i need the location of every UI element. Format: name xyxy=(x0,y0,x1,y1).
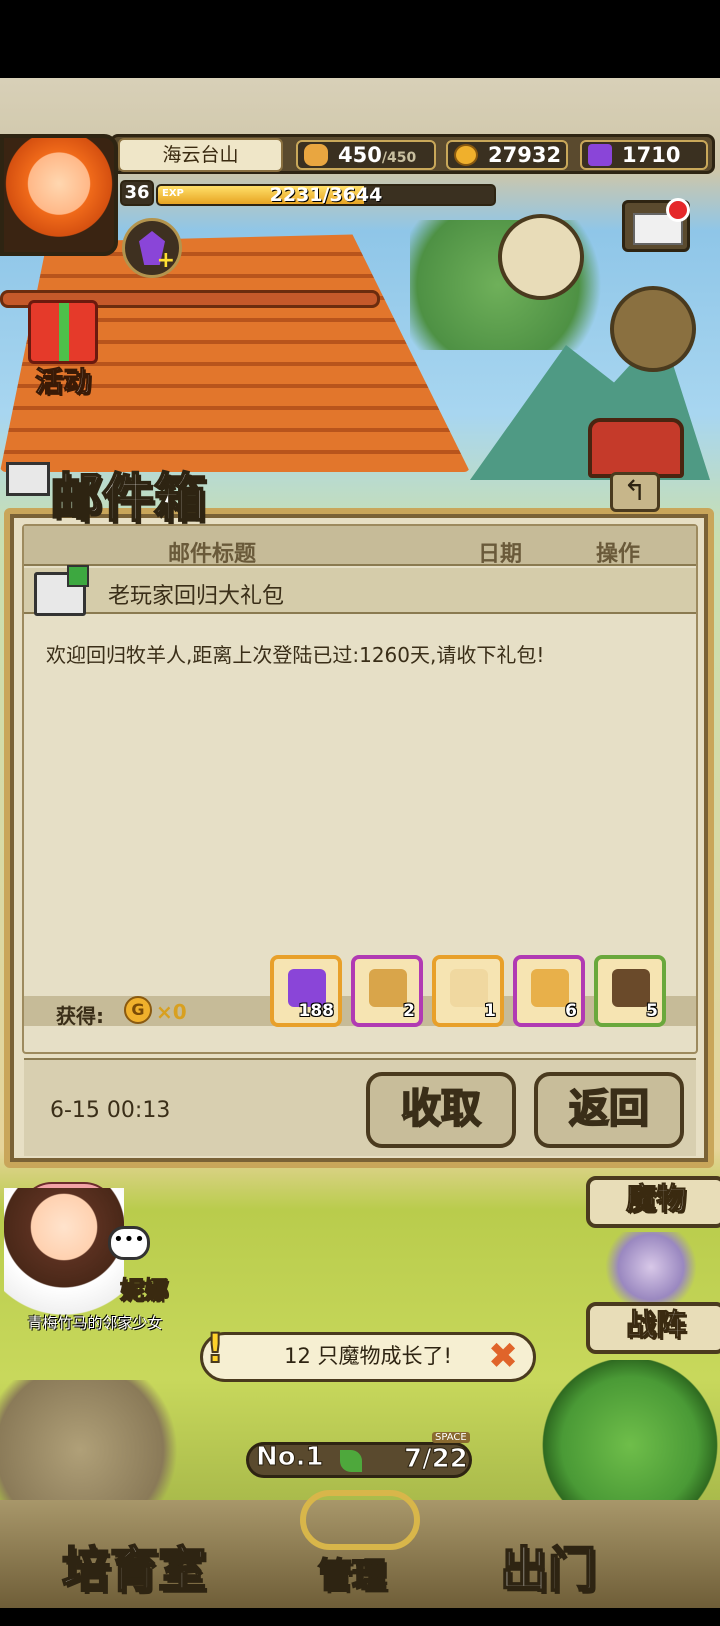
gift-icon xyxy=(28,300,98,364)
reward-item-bread-basket[interactable]: 6 xyxy=(513,955,585,1027)
ranch-number: No.1 xyxy=(256,1442,325,1473)
chat-bubble-icon[interactable]: ••• xyxy=(108,1226,150,1260)
growth-notice[interactable]: 12 只魔物成长了! xyxy=(200,1332,536,1382)
formation-button[interactable]: 战阵 xyxy=(586,1302,720,1354)
mail-table-header: 邮件标题 日期 操作 xyxy=(24,526,696,566)
collect-button[interactable]: 收取 xyxy=(366,1072,516,1148)
gold-coin-icon xyxy=(454,144,478,166)
stamina-value: 450 xyxy=(338,143,382,167)
player-name: 海云台山 xyxy=(118,138,283,172)
back-arrow-button[interactable]: ↰ xyxy=(610,472,660,512)
gem-value: 1710 xyxy=(622,143,681,167)
reward-item-count: 6 xyxy=(565,1001,577,1021)
treasure-chest-icon[interactable] xyxy=(588,418,684,478)
npc-name: 妮娜 xyxy=(120,1276,169,1305)
player-level: 36 xyxy=(120,180,154,206)
nav-nursery[interactable]: 培育室 xyxy=(61,1530,207,1608)
leaf-icon xyxy=(340,1450,362,1472)
reward-label: 获得: xyxy=(56,1004,104,1028)
bread-basket-icon xyxy=(531,969,569,1007)
monster-sprites xyxy=(596,1232,706,1302)
mail-subject: 老玩家回归大礼包 xyxy=(108,584,285,609)
event-label: 活动 xyxy=(34,365,91,399)
reward-item-pickaxe[interactable]: 5 xyxy=(594,955,666,1027)
notification-dot xyxy=(666,198,690,222)
gold-counter[interactable]: 27932 xyxy=(446,140,568,170)
column-subject: 邮件标题 xyxy=(168,542,257,566)
pickaxe-icon xyxy=(612,969,650,1007)
reward-item-purple-gem[interactable]: 188 xyxy=(270,955,342,1027)
gold-coin-icon: G xyxy=(124,996,152,1024)
status-bar xyxy=(0,0,720,78)
reward-item-count: 2 xyxy=(403,1001,415,1021)
reward-item-count: 5 xyxy=(646,1001,658,1021)
gold-value: 27932 xyxy=(488,143,562,167)
key-icon xyxy=(300,1490,420,1550)
npc-subtitle: 青梅竹马的邻家少女 xyxy=(27,1314,163,1332)
reward-coin-count: ×0 xyxy=(156,1000,187,1024)
exclamation-icon: ! xyxy=(205,1325,225,1373)
quest-scroll-button[interactable] xyxy=(498,214,584,300)
gem-counter[interactable]: 1710 xyxy=(580,140,708,170)
stamina-counter[interactable]: 450/450 xyxy=(296,140,436,170)
mailbox-title: 邮件箱 xyxy=(49,468,207,530)
event-button[interactable]: 活动 xyxy=(18,290,108,400)
bag-button[interactable] xyxy=(610,286,696,372)
exp-value: 2231/3644 xyxy=(269,184,383,206)
bread-icon xyxy=(304,144,328,166)
mail-body: 欢迎回归牧羊人,距离上次登陆已过:1260天,请收下礼包! xyxy=(46,643,545,667)
reward-item-count: 1 xyxy=(484,1001,496,1021)
npc-portrait[interactable] xyxy=(4,1188,124,1318)
nav-manage[interactable]: 管理 xyxy=(317,1548,387,1626)
buy-gems-button[interactable] xyxy=(122,218,182,278)
reward-item-count: 188 xyxy=(298,1001,335,1021)
ticket-icon xyxy=(450,969,488,1007)
purple-gem-icon xyxy=(588,144,612,166)
column-action: 操作 xyxy=(596,542,641,566)
stamina-max: /450 xyxy=(381,150,417,166)
envelope-icon xyxy=(6,462,50,496)
column-date: 日期 xyxy=(478,542,523,566)
space-label: SPACE xyxy=(432,1432,470,1443)
bread-sack-icon xyxy=(369,969,407,1007)
reward-item-bread-sack[interactable]: 2 xyxy=(351,955,423,1027)
close-icon[interactable]: ✖ xyxy=(488,1336,518,1377)
monster-button[interactable]: 魔物 xyxy=(586,1176,720,1228)
nav-exit[interactable]: 出门 xyxy=(499,1530,597,1608)
player-avatar[interactable] xyxy=(0,134,118,256)
exp-bar: EXP 2231/3644 xyxy=(156,184,496,206)
nursery-building[interactable] xyxy=(0,1380,200,1520)
reward-item-ticket[interactable]: 1 xyxy=(432,955,504,1027)
gift-mail-icon xyxy=(34,565,89,616)
space-count: 7/22 xyxy=(404,1444,469,1475)
return-button[interactable]: 返回 xyxy=(534,1072,684,1148)
mail-date: 6-15 00:13 xyxy=(50,1098,171,1123)
